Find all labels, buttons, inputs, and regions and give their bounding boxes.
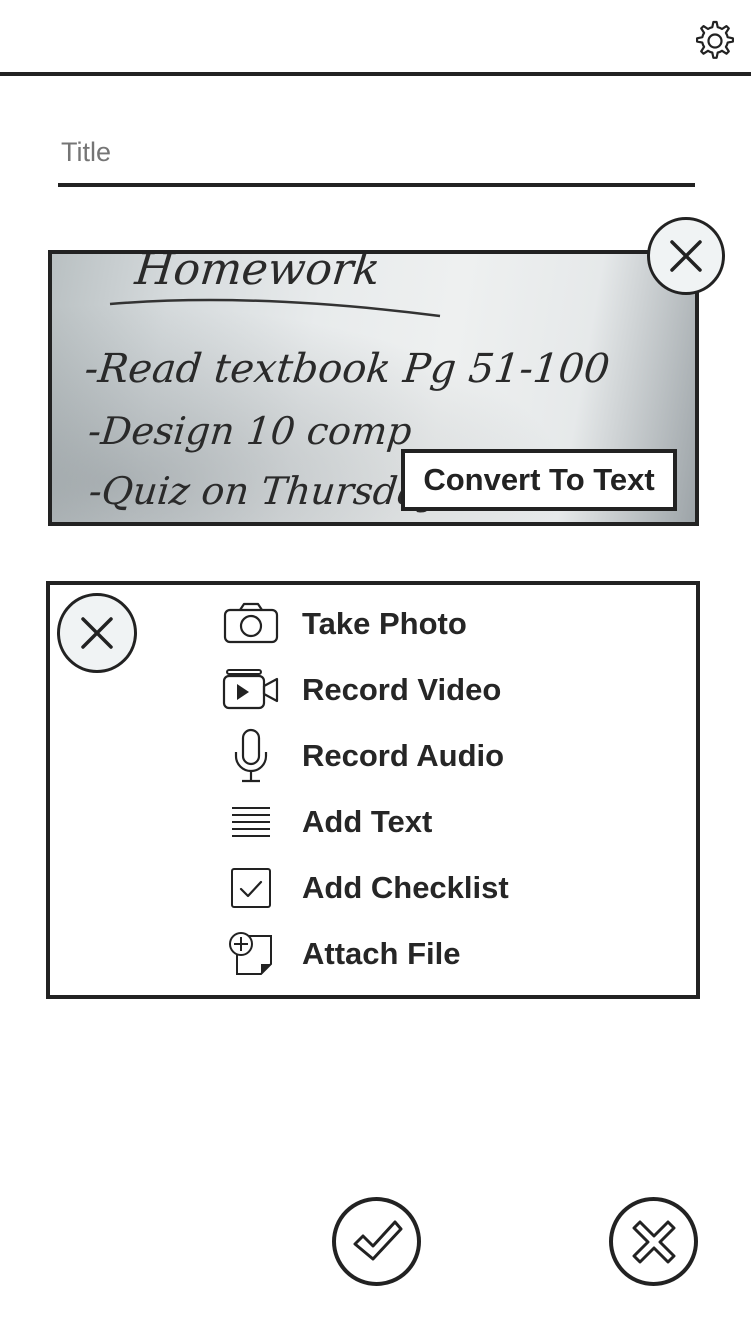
convert-to-text-label: Convert To Text xyxy=(423,462,655,497)
video-camera-icon xyxy=(220,662,282,718)
header-divider xyxy=(0,72,751,76)
microphone-icon xyxy=(220,728,282,784)
record-audio-label: Record Audio xyxy=(302,738,505,773)
convert-to-text-button[interactable]: Convert To Text xyxy=(401,449,677,511)
close-icon xyxy=(81,617,113,649)
close-menu-button[interactable] xyxy=(57,593,137,673)
confirm-button[interactable] xyxy=(332,1197,421,1286)
text-lines-icon xyxy=(220,794,282,850)
record-video-option[interactable]: Record Video xyxy=(220,662,660,718)
cancel-button[interactable] xyxy=(609,1197,698,1286)
attach-file-icon xyxy=(220,926,282,982)
camera-icon xyxy=(220,596,282,652)
handwriting-line: -Design 10 comp xyxy=(86,409,414,453)
record-audio-option[interactable]: Record Audio xyxy=(220,728,660,784)
remove-photo-button[interactable] xyxy=(647,217,725,295)
add-text-label: Add Text xyxy=(302,804,433,839)
title-input[interactable] xyxy=(58,120,701,184)
handwriting-line: Homework xyxy=(132,254,383,295)
record-video-label: Record Video xyxy=(302,672,502,707)
handwriting-line: -Read textbook Pg 51-100 xyxy=(82,346,611,392)
handwriting-line: -Quiz on Thursday xyxy=(87,469,445,513)
take-photo-option[interactable]: Take Photo xyxy=(220,596,660,652)
attach-file-label: Attach File xyxy=(302,936,461,971)
checklist-icon xyxy=(220,860,282,916)
close-icon xyxy=(670,240,702,272)
take-photo-label: Take Photo xyxy=(302,606,467,641)
title-underline xyxy=(58,183,695,187)
add-checklist-option[interactable]: Add Checklist xyxy=(220,860,660,916)
close-icon xyxy=(632,1220,675,1263)
add-checklist-label: Add Checklist xyxy=(302,870,509,905)
add-text-option[interactable]: Add Text xyxy=(220,794,660,850)
gear-icon xyxy=(695,20,734,59)
settings-button[interactable] xyxy=(690,16,740,66)
attach-file-option[interactable]: Attach File xyxy=(220,926,660,982)
checkmark-icon xyxy=(353,1220,402,1260)
